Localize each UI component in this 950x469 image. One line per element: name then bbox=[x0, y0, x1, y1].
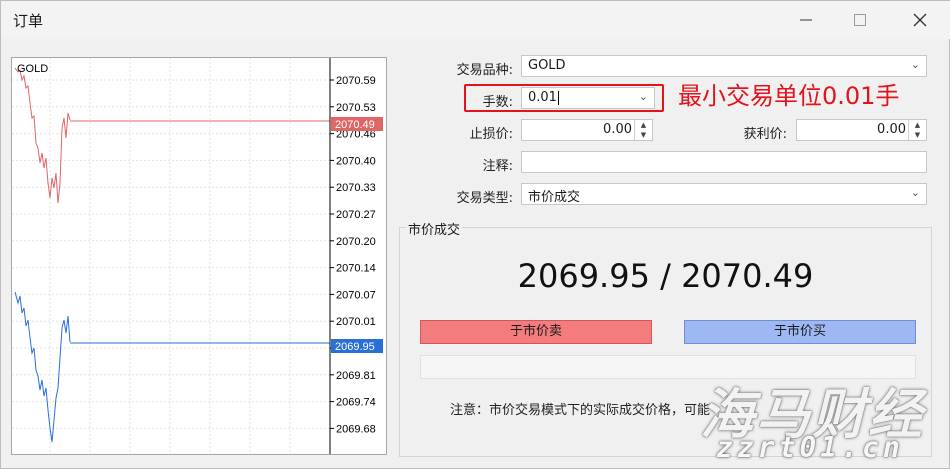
chart-grid bbox=[12, 58, 330, 454]
price-tick-label: 2070.01 bbox=[336, 316, 376, 328]
annotation-highlight-box bbox=[464, 84, 664, 112]
spin-down-icon: ▼ bbox=[914, 131, 921, 139]
market-execution-title: 市价成交 bbox=[406, 219, 463, 238]
bid-ask-prices: 2069.95 / 2070.49 bbox=[517, 257, 814, 295]
tick-chart: 2070.59 2070.53 2070.46 2070.40 2070.33 2070.… bbox=[11, 57, 387, 455]
stoploss-value: 0.00 bbox=[603, 122, 632, 137]
order-type-value: 市价成交 bbox=[528, 190, 581, 205]
comment-label: 注释: bbox=[482, 159, 513, 174]
symbol-select-value: GOLD bbox=[528, 58, 566, 73]
price-tick-label: 2069.68 bbox=[336, 423, 376, 435]
bid-price-tag-text: 2069.95 bbox=[335, 341, 375, 353]
window-title: 订单 bbox=[13, 12, 44, 30]
order-type-label: 交易类型: bbox=[456, 191, 513, 206]
price-tick-label: 2070.20 bbox=[336, 236, 376, 248]
watermark-url: zzrt01.cn bbox=[716, 431, 904, 464]
minimize-icon[interactable] bbox=[793, 7, 819, 33]
spin-up-icon: ▲ bbox=[914, 121, 921, 129]
close-icon[interactable] bbox=[907, 7, 933, 33]
buy-by-market-button[interactable]: 于市价买 bbox=[684, 320, 916, 344]
ask-price-line bbox=[14, 67, 71, 204]
price-tick-label: 2070.59 bbox=[336, 75, 376, 87]
comment-input[interactable] bbox=[521, 151, 927, 173]
price-tick-label: 2070.14 bbox=[336, 263, 376, 275]
chart-symbol: GOLD bbox=[17, 63, 48, 75]
symbol-label: 交易品种: bbox=[456, 63, 513, 78]
chevron-down-icon: ⌄ bbox=[910, 58, 920, 71]
price-tick-label: 2069.81 bbox=[336, 370, 376, 382]
title-bar: 订单 bbox=[1, 1, 950, 39]
takeprofit-spinner[interactable]: ▲ ▼ bbox=[908, 120, 926, 140]
stoploss-spinner[interactable]: ▲ ▼ bbox=[634, 120, 652, 140]
bid-price-line bbox=[14, 291, 71, 443]
spin-down-icon: ▼ bbox=[640, 131, 647, 139]
maximize-icon[interactable] bbox=[847, 7, 873, 33]
takeprofit-label: 获利价: bbox=[743, 127, 787, 142]
ask-price-tag-text: 2070.49 bbox=[335, 119, 375, 131]
chevron-down-icon: ⌄ bbox=[910, 186, 920, 199]
market-note: 注意：市价交易模式下的实际成交价格，可能 bbox=[450, 403, 711, 418]
stoploss-label: 止损价: bbox=[469, 127, 513, 142]
symbol-select[interactable]: GOLD ⌄ bbox=[521, 55, 927, 77]
price-tick-label: 2070.27 bbox=[336, 209, 376, 221]
annotation-text: 最小交易单位0.01手 bbox=[678, 82, 900, 110]
takeprofit-input[interactable]: 0.00 ▲ ▼ bbox=[796, 119, 927, 141]
tick-chart-svg: 2070.592070.532070.462070.402070.332070.… bbox=[12, 58, 383, 454]
price-tick-label: 2070.07 bbox=[336, 289, 376, 301]
price-tick-label: 2069.74 bbox=[336, 397, 376, 409]
price-tick-label: 2070.53 bbox=[336, 102, 376, 114]
stoploss-input[interactable]: 0.00 ▲ ▼ bbox=[521, 119, 653, 141]
price-tick-label: 2070.40 bbox=[336, 155, 376, 167]
order-type-select[interactable]: 市价成交 ⌄ bbox=[521, 183, 927, 205]
takeprofit-value: 0.00 bbox=[877, 122, 906, 137]
spin-up-icon: ▲ bbox=[640, 121, 647, 129]
sell-by-market-button[interactable]: 于市价卖 bbox=[420, 320, 652, 344]
price-tick-label: 2070.33 bbox=[336, 182, 376, 194]
